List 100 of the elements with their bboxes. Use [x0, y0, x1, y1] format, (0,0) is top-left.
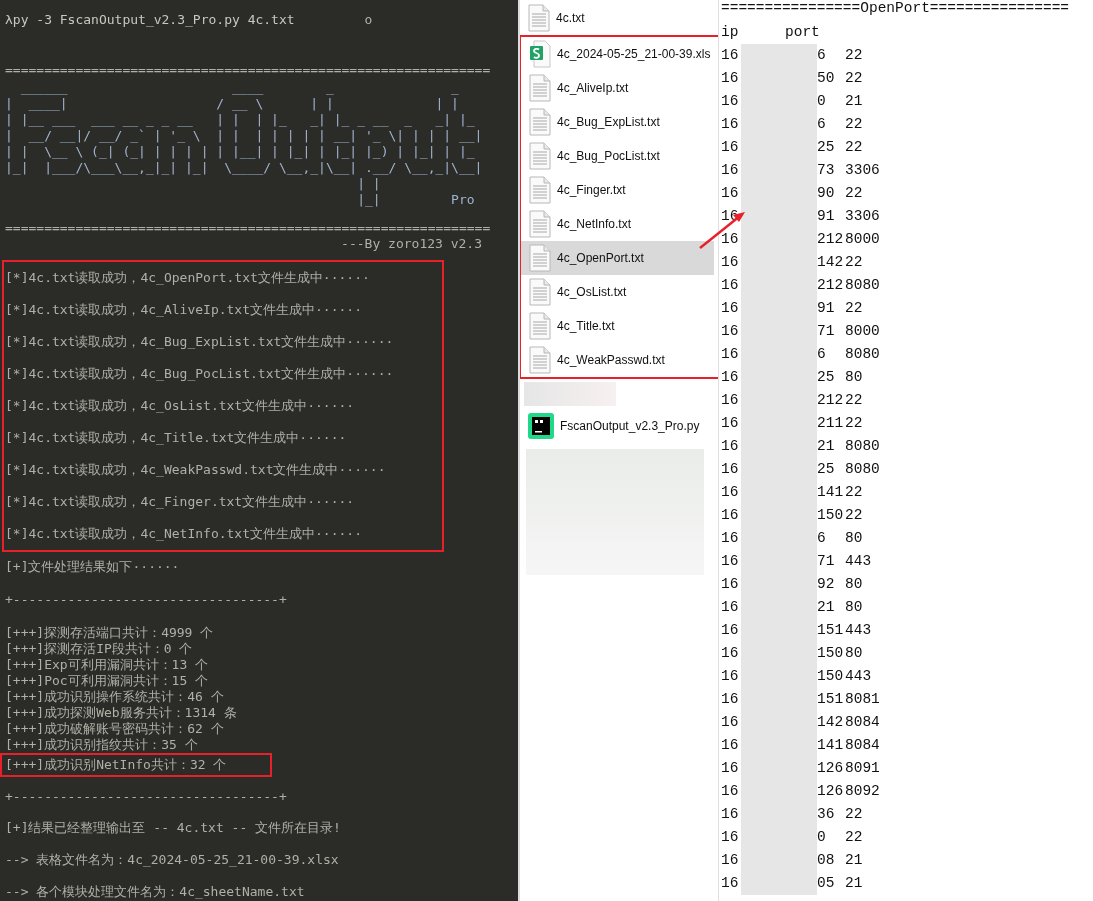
file-item[interactable]: 4c_Bug_PocList.txt [521, 139, 714, 173]
text-file-icon [529, 210, 551, 238]
ip-text: 16 [721, 321, 740, 341]
ip-text: 16 [721, 91, 740, 111]
port-text: 8080 [845, 436, 880, 456]
log-line: [*]4c.txt读取成功，4c_Bug_ExpList.txt文件生成中······ [5, 334, 394, 350]
port-text: 80 [845, 528, 863, 548]
stat-line: [+++]成功识别操作系统共计：46 个 [5, 689, 224, 705]
column-header: ip [721, 23, 740, 43]
port-text: 8080 [845, 275, 880, 295]
text-file-icon [529, 108, 551, 136]
port-text: 22 [845, 252, 863, 272]
ip-text: 08 [817, 850, 836, 870]
port-text: 8091 [845, 758, 880, 778]
file-item[interactable]: 4c_Finger.txt [521, 173, 714, 207]
text-file-icon [529, 74, 551, 102]
ip-text: 150 [817, 666, 845, 686]
port-text: 22 [845, 413, 863, 433]
file-item[interactable]: 4c_NetInfo.txt [521, 207, 714, 241]
port-text: 22 [845, 827, 863, 847]
ip-text: 126 [817, 758, 845, 778]
ip-text: 73 [817, 160, 836, 180]
port-text: 8000 [845, 229, 880, 249]
text-file-icon [529, 278, 551, 306]
log-line: [*]4c.txt读取成功，4c_Bug_PocList.txt文件生成中······ [5, 366, 394, 382]
ip-text: 211 [817, 413, 845, 433]
log-line: [*]4c.txt读取成功，4c_Title.txt文件生成中······ [5, 430, 347, 446]
ip-text: 16 [721, 781, 740, 801]
port-text: 443 [845, 620, 872, 640]
ip-text: 71 [817, 321, 836, 341]
ip-text: 16 [721, 689, 740, 709]
ip-text: 16 [721, 804, 740, 824]
ip-text: 90 [817, 183, 836, 203]
spreadsheet-file-icon [529, 40, 551, 68]
ip-text: 16 [721, 229, 740, 249]
port-text: 21 [845, 91, 863, 111]
port-text: 80 [845, 643, 863, 663]
file-item[interactable]: 4c_AliveIp.txt [521, 71, 714, 105]
port-text: 22 [845, 482, 863, 502]
stat-line: [+++]探测存活端口共计：4999 个 [5, 625, 214, 641]
ip-text: 16 [721, 482, 740, 502]
port-text: 80 [845, 597, 863, 617]
port-text: 22 [845, 804, 863, 824]
log-line: [*]4c.txt读取成功，4c_NetInfo.txt文件生成中······ [5, 526, 362, 542]
ide-file-icon [528, 413, 554, 439]
ip-text: 71 [817, 551, 836, 571]
ip-text: 16 [721, 68, 740, 88]
file-item[interactable]: 4c.txt [520, 1, 718, 35]
ip-text: 16 [721, 45, 740, 65]
stat-line: [+++]成功破解账号密码共计：62 个 [5, 721, 224, 737]
file-title: ================OpenPort================ [721, 0, 1070, 16]
ip-text: 6 [817, 344, 827, 364]
port-text: 22 [845, 298, 863, 318]
file-item[interactable]: 4c_OsList.txt [521, 275, 714, 309]
ip-text: 25 [817, 137, 836, 157]
ip-text: 16 [721, 620, 740, 640]
file-item[interactable]: FscanOutput_v2.3_Pro.py [520, 409, 718, 443]
file-item[interactable]: 4c_2024-05-25_21-00-39.xls [521, 37, 714, 71]
ip-text: 142 [817, 252, 845, 272]
port-text: 3306 [845, 206, 880, 226]
text-file-icon [529, 176, 551, 204]
ip-text: 6 [817, 45, 827, 65]
port-text: 21 [845, 873, 863, 893]
ip-text: 16 [721, 712, 740, 732]
port-text: 443 [845, 666, 872, 686]
ip-text: 16 [721, 298, 740, 318]
ip-text: 16 [721, 505, 740, 525]
ip-text: 150 [817, 643, 845, 663]
ip-text: 16 [721, 643, 740, 663]
ip-text: 25 [817, 459, 836, 479]
ip-text: 25 [817, 367, 836, 387]
separator-line: ============================================================== [5, 62, 491, 78]
ascii-art-title-text: ______ ____ _ _ | ____| / __ \ | | | | | |__ ___ ___ __ _ _ __ | | | |_ _| |_ _ __ _ _| |_ | __/ __|/ __/ _` | '_ \ | | | | | | | __| '_ \| | | | __| | | \__ \ (_| (_| | | | | | |__| | |_| | |_| |_) | |_| | |_ |_| |___/\___\__,_|_| |_| \____/ \__,_|\__| .__/ \__,_|\__| | | |_| Pro [5, 80, 483, 208]
command-line: λpy -3 FscanOutput_v2.3_Pro.py 4c.txt [5, 12, 295, 28]
ip-text: 16 [721, 114, 740, 134]
log-line: [+]文件处理结果如下······ [5, 559, 180, 575]
table-border: +----------------------------------+ [5, 789, 287, 805]
ip-text: 16 [721, 436, 740, 456]
ip-text: 0 [817, 827, 827, 847]
file-item[interactable]: 4c_WeakPasswd.txt [521, 343, 714, 377]
ip-text: 126 [817, 781, 845, 801]
text-file-icon [529, 346, 551, 374]
ip-text: 16 [721, 873, 740, 893]
ip-text: 6 [817, 114, 827, 134]
ip-text: 142 [817, 712, 845, 732]
ip-text: 141 [817, 482, 845, 502]
ip-text: 16 [721, 344, 740, 364]
ip-text: 212 [817, 229, 845, 249]
port-text: 443 [845, 551, 872, 571]
ip-text: 16 [721, 137, 740, 157]
ip-text: 16 [721, 758, 740, 778]
port-text: 22 [845, 390, 863, 410]
cursor-mark: o [364, 12, 373, 28]
file-item[interactable]: 4c_OpenPort.txt [521, 241, 714, 275]
file-item[interactable]: 4c_Bug_ExpList.txt [521, 105, 714, 139]
port-text: 8000 [845, 321, 880, 341]
file-item[interactable]: 4c_Title.txt [521, 309, 714, 343]
port-text: 8084 [845, 735, 880, 755]
port-text: 80 [845, 574, 863, 594]
author-byline: ---By zoro123 v2.3 [341, 236, 482, 252]
